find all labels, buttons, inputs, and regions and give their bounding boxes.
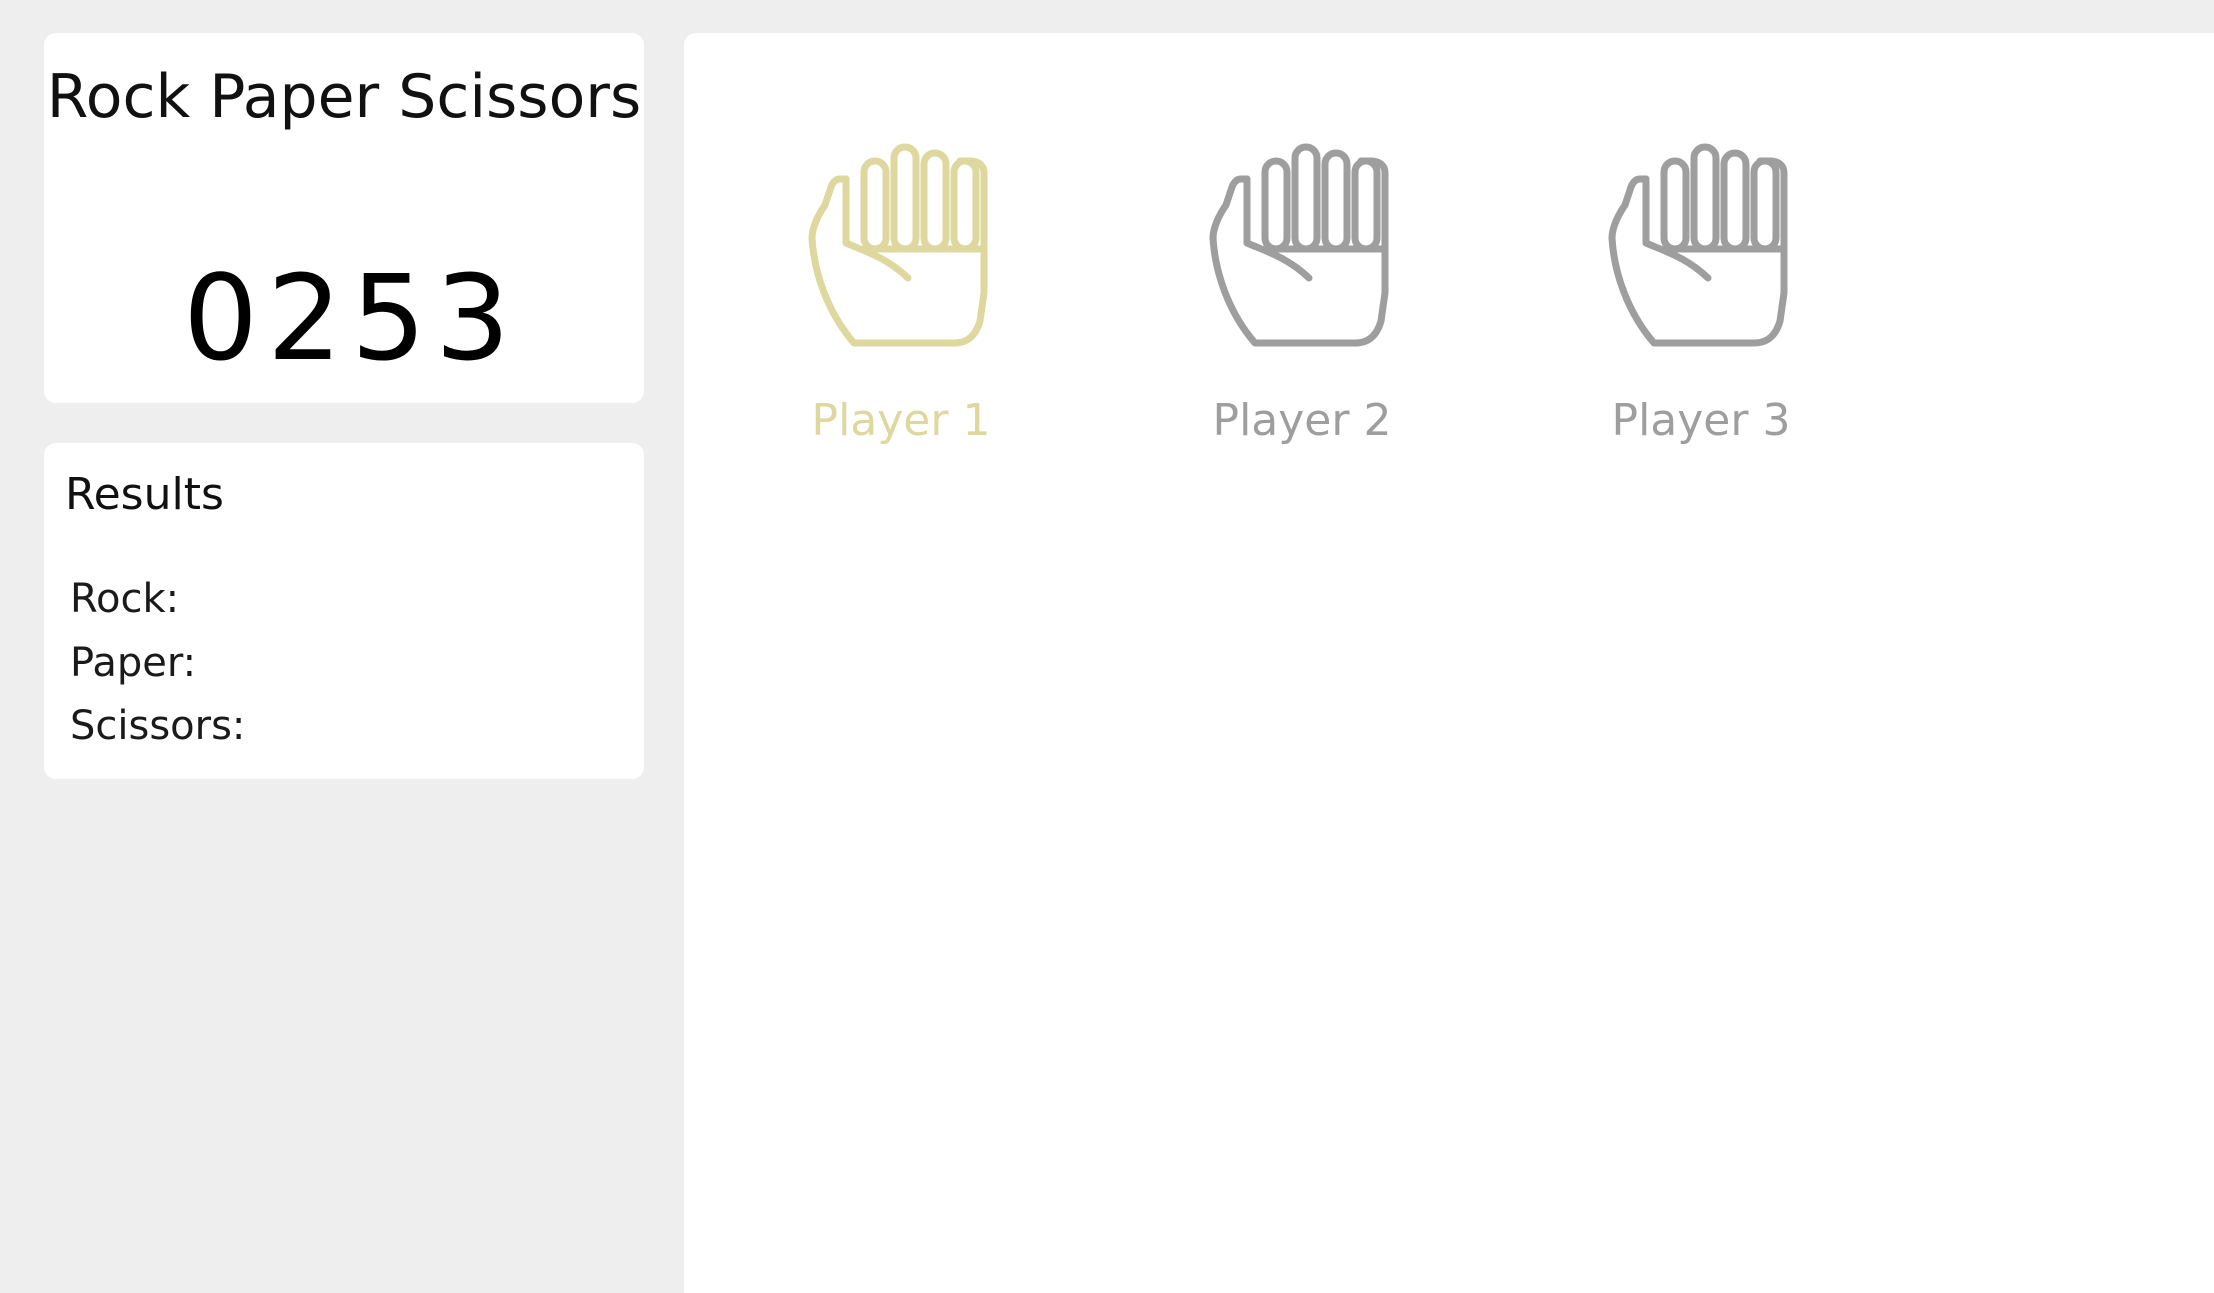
page-title: Rock Paper Scissors bbox=[46, 62, 642, 132]
fist-icon bbox=[808, 143, 988, 347]
score-digit: 2 bbox=[267, 249, 343, 387]
player-2-button[interactable]: Player 2 bbox=[1192, 143, 1412, 449]
score-digit: 3 bbox=[435, 249, 511, 387]
result-rock: Rock: bbox=[70, 576, 180, 622]
fist-icon bbox=[1608, 143, 1788, 347]
player-3-button[interactable]: Player 3 bbox=[1591, 143, 1811, 449]
player-1-label: Player 1 bbox=[811, 395, 991, 446]
score-digit: 5 bbox=[351, 249, 427, 387]
player-2-label: Player 2 bbox=[1212, 395, 1392, 446]
result-scissors: Scissors: bbox=[70, 703, 246, 749]
player-3-label: Player 3 bbox=[1611, 395, 1791, 446]
score-counter: 0 2 5 3 bbox=[44, 259, 644, 377]
score-digit: 0 bbox=[183, 249, 259, 387]
result-paper: Paper: bbox=[70, 640, 197, 686]
players-panel: Player 1 Player 2 Player 3 bbox=[684, 33, 2214, 1293]
player-1-button[interactable]: Player 1 bbox=[791, 143, 1011, 449]
results-title: Results bbox=[65, 469, 224, 520]
results-panel: Results Rock: Paper: Scissors: bbox=[44, 443, 644, 779]
fist-icon bbox=[1209, 143, 1389, 347]
title-card: Rock Paper Scissors 0 2 5 3 bbox=[44, 33, 644, 403]
